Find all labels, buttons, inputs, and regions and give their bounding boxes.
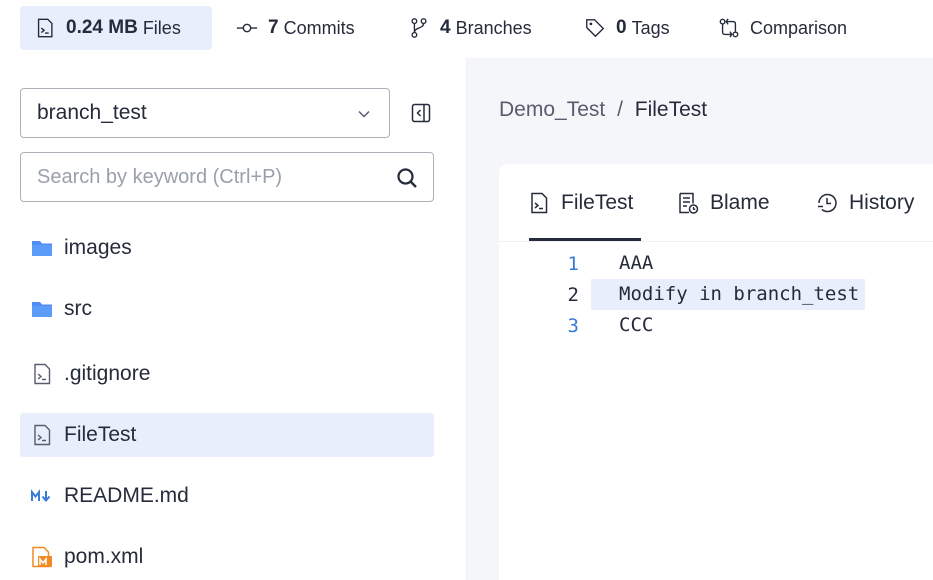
tab-file[interactable]: FileTest	[527, 186, 633, 220]
search-icon[interactable]	[395, 166, 419, 190]
tree-item-filetest[interactable]: FileTest	[20, 413, 434, 457]
collapse-sidebar-icon[interactable]	[409, 101, 433, 125]
tree-item-label: src	[64, 297, 92, 320]
file-icon	[531, 192, 548, 214]
branch-name: branch_test	[37, 101, 147, 124]
compare-icon	[719, 18, 739, 38]
blame-icon	[679, 192, 699, 214]
file-icon	[37, 18, 53, 38]
breadcrumb: Demo_Test / FileTest	[499, 98, 707, 122]
code-line: 2 Modify in branch_test	[499, 279, 933, 310]
breadcrumb-file: FileTest	[634, 98, 708, 121]
code-line: 1 AAA	[499, 248, 933, 279]
tags-label: Tags	[631, 17, 670, 38]
code-line: 3 CCC	[499, 310, 933, 341]
files-size: 0.24 MB	[66, 17, 138, 38]
tree-item-gitignore[interactable]: .gitignore	[20, 352, 434, 396]
tags-stat[interactable]: 0 Tags	[584, 6, 670, 50]
file-tree-panel: branch_test images src .gitig	[0, 58, 466, 580]
tab-label: Blame	[710, 191, 770, 214]
chevron-down-icon	[358, 110, 370, 118]
tree-item-label: FileTest	[64, 423, 137, 446]
branch-selector[interactable]: branch_test	[20, 88, 390, 138]
search-field[interactable]	[20, 152, 434, 202]
tree-item-readme[interactable]: README.md	[20, 474, 434, 518]
commits-label: Commits	[283, 17, 355, 38]
line-text: AAA	[619, 252, 654, 274]
branches-count: 4	[440, 17, 451, 38]
folder-icon	[32, 302, 52, 317]
repo-stats-bar: 0.24 MB Files 7 Commits 4 Branches 0 Tag…	[0, 0, 933, 58]
file-content-card: FileTest Blame History 1 AAA 2 Modify in…	[499, 164, 933, 580]
search-input[interactable]	[37, 165, 377, 189]
breadcrumb-separator: /	[617, 98, 623, 121]
line-text: Modify in branch_test	[591, 279, 866, 310]
line-number: 3	[567, 314, 579, 337]
tree-item-label: .gitignore	[64, 362, 151, 385]
file-view-panel: Demo_Test / FileTest FileTest Blame Hist…	[467, 58, 933, 580]
files-stat[interactable]: 0.24 MB Files	[20, 6, 212, 50]
tab-history[interactable]: History	[815, 186, 914, 220]
tree-item-src[interactable]: src	[20, 287, 434, 331]
maven-icon	[32, 546, 52, 568]
markdown-icon	[31, 489, 51, 503]
tag-icon	[586, 19, 605, 38]
tab-label: History	[849, 191, 915, 214]
commits-count: 7	[268, 17, 279, 38]
line-number: 1	[567, 252, 579, 275]
tags-count: 0	[616, 17, 627, 38]
branches-stat[interactable]: 4 Branches	[408, 6, 532, 50]
file-icon	[34, 424, 51, 446]
tab-blame[interactable]: Blame	[676, 186, 770, 220]
tree-item-label: pom.xml	[64, 545, 144, 568]
folder-icon	[32, 241, 52, 256]
history-icon	[818, 193, 837, 213]
tree-item-images[interactable]: images	[20, 226, 434, 270]
breadcrumb-repo[interactable]: Demo_Test	[499, 98, 605, 121]
tab-label: FileTest	[561, 191, 634, 214]
file-tabs: FileTest Blame History	[499, 164, 933, 242]
commit-icon	[236, 23, 258, 33]
tree-item-pom[interactable]: pom.xml	[20, 535, 434, 579]
tree-item-label: images	[64, 236, 132, 259]
commits-stat[interactable]: 7 Commits	[236, 6, 355, 50]
tree-item-label: README.md	[64, 484, 189, 507]
files-label: Files	[142, 17, 181, 38]
comparison-label: Comparison	[750, 17, 848, 38]
file-icon	[34, 363, 51, 385]
line-number: 2	[567, 283, 579, 306]
line-text: CCC	[619, 314, 654, 336]
branch-icon	[411, 18, 427, 38]
active-tab-indicator	[529, 238, 641, 241]
comparison-link[interactable]: Comparison	[718, 6, 847, 50]
branches-label: Branches	[455, 17, 532, 38]
